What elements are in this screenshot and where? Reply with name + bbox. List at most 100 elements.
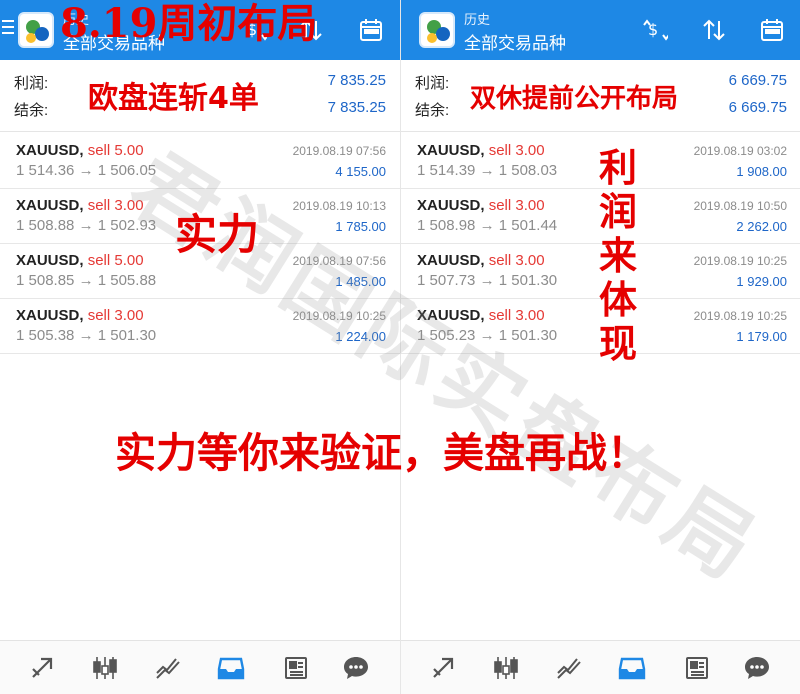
trade-date: 2019.08.19 10:25	[693, 309, 787, 323]
trade-profit: 1 908.00	[736, 164, 787, 179]
price-close: 1 502.93	[97, 217, 157, 234]
calendar-icon[interactable]	[756, 14, 788, 46]
app-header: 历史 全部交易品种 $	[401, 0, 800, 60]
trade-symbol: XAUUSD,	[417, 252, 485, 269]
strength-overlay: 实力	[175, 210, 260, 259]
price-close: 1 508.03	[498, 162, 558, 179]
price-arrow: →	[78, 272, 94, 289]
app-logo-icon	[419, 12, 455, 48]
price-close: 1 501.44	[498, 217, 558, 234]
trade-date: 2019.08.19 10:25	[292, 309, 386, 323]
sort-arrows-icon[interactable]	[698, 14, 730, 46]
trade-profit: 1 785.00	[335, 219, 386, 234]
right-caption-overlay: 双休提前公开布局	[470, 84, 679, 114]
trade-symbol: XAUUSD,	[16, 197, 84, 214]
trade-symbol: XAUUSD,	[417, 142, 485, 159]
vertical-char: 来	[598, 234, 637, 278]
price-close: 1 501.30	[97, 327, 157, 344]
profit-value: 6 669.75	[728, 72, 787, 89]
trade-side: sell 3.00	[87, 197, 144, 214]
trade-profit: 2 262.00	[736, 219, 787, 234]
trade-symbol: XAUUSD,	[417, 197, 485, 214]
price-open: 1 507.73	[417, 272, 476, 289]
vertical-char: 现	[598, 322, 637, 366]
price-arrow: →	[78, 217, 94, 234]
history-inbox-icon[interactable]	[616, 652, 648, 684]
trade-profit: 1 224.00	[335, 329, 386, 344]
trade-profit: 4 155.00	[335, 164, 386, 179]
trade-profit: 1 929.00	[736, 274, 787, 289]
vertical-char: 润	[598, 190, 637, 234]
trade-date: 2019.08.19 10:13	[292, 199, 386, 213]
line-chart-icon[interactable]	[152, 652, 184, 684]
trade-icon[interactable]	[427, 652, 459, 684]
price-arrow: →	[479, 162, 495, 179]
news-icon[interactable]	[681, 652, 713, 684]
history-inbox-icon[interactable]	[215, 652, 247, 684]
balance-value: 6 669.75	[728, 99, 787, 116]
vertical-char: 体	[598, 278, 637, 322]
candlestick-chart-icon[interactable]	[490, 652, 522, 684]
balance-label: 结余:	[415, 102, 450, 119]
bottom-nav	[401, 640, 800, 694]
trade-row[interactable]: XAUUSD, sell 3.00 2019.08.19 10:25 1 505…	[0, 299, 400, 354]
line-chart-icon[interactable]	[553, 652, 585, 684]
vertical-char: 利	[598, 146, 637, 190]
trade-symbol: XAUUSD,	[16, 252, 84, 269]
price-open: 1 508.98	[417, 217, 476, 234]
trade-date: 2019.08.19 03:02	[693, 144, 787, 158]
trade-side: sell 5.00	[87, 252, 144, 269]
price-open: 1 505.23	[417, 327, 476, 344]
price-arrow: →	[479, 217, 495, 234]
price-open: 1 508.85	[16, 272, 75, 289]
news-icon[interactable]	[280, 652, 312, 684]
balance-value: 7 835.25	[327, 99, 386, 116]
trade-date: 2019.08.19 07:56	[292, 144, 386, 158]
trade-profit: 1 485.00	[335, 274, 386, 289]
trade-date: 2019.08.19 07:56	[292, 254, 386, 268]
trade-profit: 1 179.00	[736, 329, 787, 344]
chat-icon[interactable]	[741, 652, 773, 684]
trade-icon[interactable]	[26, 652, 58, 684]
profit-label: 利润:	[14, 75, 49, 92]
balance-label: 结余:	[14, 102, 49, 119]
dollar-sort-icon[interactable]: $	[639, 14, 671, 46]
price-close: 1 501.30	[498, 327, 558, 344]
vertical-slogan-overlay: 利 润 来 体 现	[596, 146, 640, 366]
symbol-filter[interactable]: 全部交易品种	[464, 29, 566, 54]
price-open: 1 514.36	[16, 162, 75, 179]
trade-symbol: XAUUSD,	[16, 142, 84, 159]
price-close: 1 505.88	[97, 272, 157, 289]
profit-label: 利润:	[415, 75, 450, 92]
trade-symbol: XAUUSD,	[417, 307, 485, 324]
header-title: 历史	[464, 12, 491, 27]
chat-icon[interactable]	[340, 652, 372, 684]
price-close: 1 501.30	[498, 272, 558, 289]
price-open: 1 508.88	[16, 217, 75, 234]
trade-date: 2019.08.19 10:25	[693, 254, 787, 268]
price-arrow: →	[479, 272, 495, 289]
trade-side: sell 3.00	[488, 307, 545, 324]
price-open: 1 514.39	[417, 162, 476, 179]
trade-side: sell 3.00	[87, 307, 144, 324]
headline-overlay: 8.19周初布局	[60, 0, 318, 47]
app-logo-icon	[18, 12, 54, 48]
price-arrow: →	[78, 162, 94, 179]
price-open: 1 505.38	[16, 327, 75, 344]
price-close: 1 506.05	[97, 162, 157, 179]
trade-side: sell 3.00	[488, 197, 545, 214]
calendar-icon[interactable]	[355, 14, 387, 46]
profit-value: 7 835.25	[327, 72, 386, 89]
trade-date: 2019.08.19 10:50	[693, 199, 787, 213]
bottom-nav	[0, 640, 400, 694]
trade-symbol: XAUUSD,	[16, 307, 84, 324]
menu-icon[interactable]	[2, 20, 14, 34]
price-arrow: →	[479, 327, 495, 344]
price-arrow: →	[78, 327, 94, 344]
left-caption-overlay: 欧盘连斩4单	[88, 81, 259, 116]
candlestick-chart-icon[interactable]	[89, 652, 121, 684]
trade-side: sell 3.00	[488, 142, 545, 159]
bottom-slogan-overlay: 实力等你来验证，美盘再战！	[115, 429, 648, 477]
trade-row[interactable]: XAUUSD, sell 5.00 2019.08.19 07:56 1 514…	[0, 134, 400, 189]
trade-side: sell 5.00	[87, 142, 144, 159]
